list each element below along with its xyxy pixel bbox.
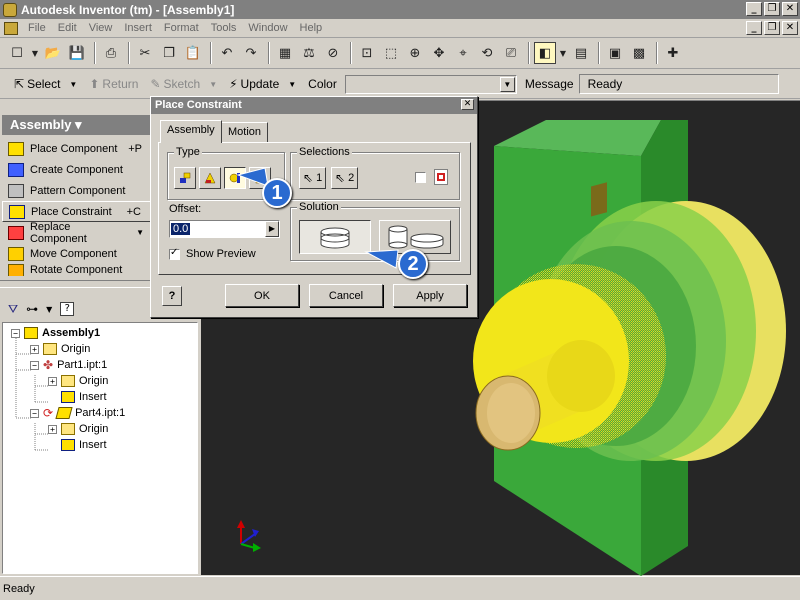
callout-badge-1: 1: [262, 178, 292, 208]
callout-arrows: [236, 167, 399, 269]
callout-badge-2: 2: [398, 249, 428, 279]
tab-assembly[interactable]: Assembly: [160, 120, 222, 143]
